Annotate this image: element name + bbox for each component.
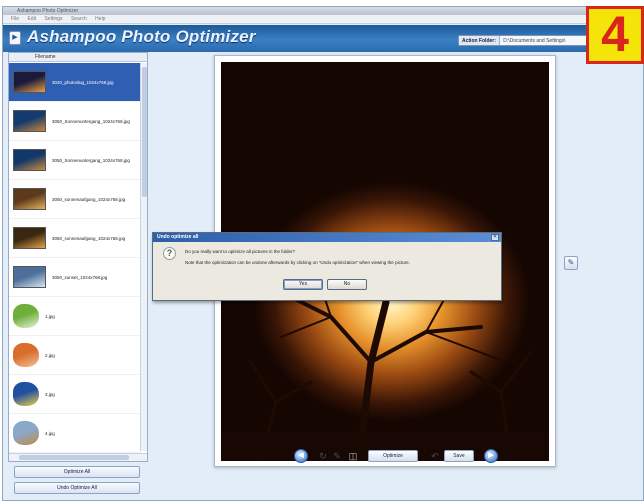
thumbnail-image xyxy=(13,266,46,288)
menu-help[interactable]: Help xyxy=(95,16,105,22)
brand-logo-text: Ashampoo Photo Optimizer xyxy=(27,27,256,46)
dialog-note: Note that the optimization can be undone… xyxy=(185,260,410,265)
filename-column-header[interactable]: Filename xyxy=(9,53,147,62)
brush-icon[interactable]: ✎ xyxy=(330,449,344,463)
undo-icon[interactable]: ↶ xyxy=(428,449,442,463)
pen-icon[interactable]: ✎ xyxy=(564,256,578,270)
thumbnail-image xyxy=(13,110,46,132)
dialog-question: Do you really want to optimize all pictu… xyxy=(185,249,296,254)
thumbnail-panel: Filename 3040_photoslug_1024x768.jpg 3050… xyxy=(8,52,148,462)
thumbnail-item[interactable]: 3050_sunset_1024x768.jpg xyxy=(9,258,141,297)
yes-button[interactable]: Yes xyxy=(283,279,323,290)
action-folder-label: Action Folder: xyxy=(459,36,500,45)
thumbnail-item[interactable]: 3050_sonnenaufgang_1024x768.jpg xyxy=(9,219,141,258)
thumbnail-image xyxy=(13,343,39,367)
no-button[interactable]: No xyxy=(327,279,367,290)
thumbnail-filename: 4.jpg xyxy=(45,430,55,436)
thumbnail-item[interactable]: 3040_photoslug_1024x768.jpg xyxy=(9,63,141,102)
horizontal-scrollbar[interactable] xyxy=(9,453,147,461)
thumbnail-filename: 3050_Sonnenuntergang_1024x768.jpg xyxy=(52,157,130,163)
step-number-badge: 4 xyxy=(586,6,644,64)
vertical-scrollbar[interactable] xyxy=(140,63,147,451)
undo-optimize-all-button[interactable]: Undo Optimize All xyxy=(14,482,140,494)
thumbnail-item[interactable]: 3050_sonnenaufgang_1024x768.jpg xyxy=(9,180,141,219)
thumbnail-item[interactable]: 4.jpg xyxy=(9,414,141,453)
thumbnail-filename: 3.jpg xyxy=(45,391,55,397)
optimize-all-button[interactable]: Optimize All xyxy=(14,466,140,478)
thumbnail-item[interactable]: 1.jpg xyxy=(9,297,141,336)
scrollbar-thumb[interactable] xyxy=(19,455,129,460)
confirm-dialog: Undo optimize all ✕ ? Do you really want… xyxy=(152,232,502,301)
action-folder-path: D:\Documents and Settings\ xyxy=(503,38,566,44)
save-button[interactable]: Save xyxy=(444,450,474,462)
thumbnail-image xyxy=(13,188,46,210)
action-folder-bar[interactable]: Action Folder: D:\Documents and Settings… xyxy=(458,35,588,46)
thumbnail-image xyxy=(13,227,46,249)
rotate-icon[interactable]: ↻ xyxy=(316,449,330,463)
thumbnail-item[interactable]: 3050_Sonnenuntergang_1024x768.jpg xyxy=(9,102,141,141)
compare-icon[interactable]: ◫ xyxy=(346,449,360,463)
app-menu-button[interactable]: ▶ xyxy=(9,31,21,45)
menu-edit[interactable]: Edit xyxy=(27,16,36,22)
menu-search[interactable]: Search xyxy=(71,16,87,22)
close-icon[interactable]: ✕ xyxy=(491,234,499,241)
menu-bar: File Edit Settings Search Help xyxy=(3,15,643,24)
thumbnail-image xyxy=(13,149,46,171)
thumbnail-filename: 3050_sonnenaufgang_1024x768.jpg xyxy=(52,235,126,241)
thumbnail-image xyxy=(13,304,39,328)
optimize-button[interactable]: Optimize xyxy=(368,450,418,462)
thumbnail-item[interactable]: 3050_Sonnenuntergang_1024x768.jpg xyxy=(9,141,141,180)
thumbnail-image xyxy=(13,421,39,445)
thumbnail-image xyxy=(13,382,39,406)
thumbnail-filename: 3050_Sonnenuntergang_1024x768.jpg xyxy=(52,118,130,124)
thumbnail-list: 3040_photoslug_1024x768.jpg 3050_Sonnenun… xyxy=(9,63,141,455)
arrow-right-icon[interactable]: ▶ xyxy=(484,449,498,463)
question-icon: ? xyxy=(163,247,176,260)
thumbnail-item[interactable]: 2.jpg xyxy=(9,336,141,375)
menu-file[interactable]: File xyxy=(11,16,19,22)
thumbnail-filename: 3050_sunset_1024x768.jpg xyxy=(52,274,108,280)
dialog-title: Undo optimize all xyxy=(153,233,501,242)
window-title: Ashampoo Photo Optimizer xyxy=(17,8,79,14)
window-titlebar: Ashampoo Photo Optimizer xyxy=(3,7,643,15)
image-toolbar: ◀ ↻ ✎ ◫ Optimize ↶ Save ▶ xyxy=(288,447,513,465)
arrow-left-icon[interactable]: ◀ xyxy=(294,449,308,463)
menu-settings[interactable]: Settings xyxy=(44,16,62,22)
thumbnail-filename: 2.jpg xyxy=(45,352,55,358)
thumbnail-filename: 1.jpg xyxy=(45,313,55,319)
thumbnail-filename: 3050_sonnenaufgang_1024x768.jpg xyxy=(52,196,126,202)
thumbnail-filename: 3040_photoslug_1024x768.jpg xyxy=(52,79,114,85)
app-header: ▶ Ashampoo Photo Optimizer Action Folder… xyxy=(3,25,643,52)
thumbnail-image xyxy=(13,71,46,93)
thumbnail-item[interactable]: 3.jpg xyxy=(9,375,141,414)
scrollbar-thumb[interactable] xyxy=(142,67,147,197)
